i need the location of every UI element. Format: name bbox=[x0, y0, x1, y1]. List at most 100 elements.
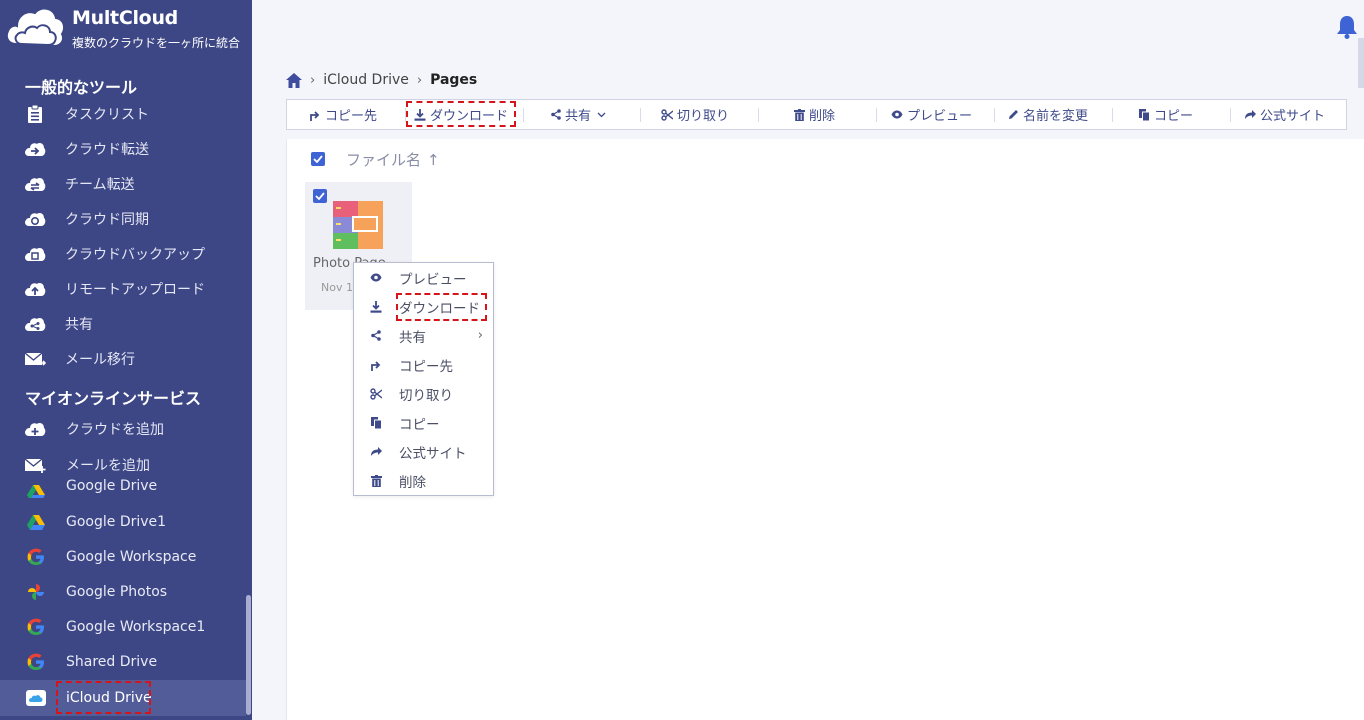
nav-add-mail[interactable]: メールを追加 bbox=[0, 448, 246, 482]
nav-label: クラウドバックアップ bbox=[65, 247, 205, 263]
top-bar bbox=[252, 0, 1364, 60]
share-button[interactable]: 共有 bbox=[551, 100, 606, 129]
nav-cloud-google-workspace1[interactable]: Google Workspace1 bbox=[0, 610, 246, 644]
mail-migration-icon bbox=[24, 348, 46, 370]
share-icon bbox=[551, 109, 561, 120]
app-tagline: 複数のクラウドを一ヶ所に統合 bbox=[72, 36, 241, 50]
google-drive-icon bbox=[25, 511, 47, 533]
chevron-right-icon: › bbox=[416, 72, 423, 88]
sort-arrow-icon: ↑ bbox=[427, 150, 440, 169]
context-delete[interactable]: 削除 bbox=[354, 466, 493, 495]
nav-share[interactable]: 共有 bbox=[0, 307, 246, 341]
scissors-icon bbox=[661, 108, 673, 121]
nav-label: タスクリスト bbox=[65, 107, 149, 123]
filename-column-label: ファイル名 bbox=[346, 151, 422, 169]
toolbar-divider bbox=[1112, 108, 1113, 122]
nav-cloud-backup[interactable]: クラウドバックアップ bbox=[0, 237, 246, 271]
nav-cloud-google-workspace[interactable]: Google Workspace bbox=[0, 540, 246, 574]
context-label: 切り取り bbox=[399, 387, 453, 404]
context-download[interactable]: ダウンロード bbox=[354, 292, 493, 321]
nav-label: クラウド同期 bbox=[65, 212, 149, 228]
context-copy[interactable]: コピー bbox=[354, 408, 493, 437]
context-label: 共有 bbox=[399, 329, 426, 346]
nav-cloud-google-photos[interactable]: Google Photos bbox=[0, 575, 246, 609]
bell-icon[interactable] bbox=[1336, 14, 1358, 40]
google-drive-icon bbox=[25, 481, 47, 498]
context-cut[interactable]: 切り取り bbox=[354, 379, 493, 408]
nav-cloud-sync[interactable]: クラウド同期 bbox=[0, 202, 246, 236]
sidebar: MultCloud 複数のクラウドを一ヶ所に統合 一般的なツール タスクリスト … bbox=[0, 0, 252, 720]
section-general-tools: 一般的なツール bbox=[25, 78, 138, 97]
nav-label: Google Workspace1 bbox=[66, 619, 206, 635]
context-preview[interactable]: プレビュー bbox=[354, 263, 493, 292]
copy-to-label: コピー先 bbox=[325, 109, 378, 124]
copy-to-button[interactable]: コピー先 bbox=[309, 100, 377, 129]
preview-button[interactable]: プレビュー bbox=[891, 100, 972, 129]
nav-team-transfer[interactable]: チーム転送 bbox=[0, 167, 246, 201]
google-icon bbox=[25, 546, 47, 568]
nav-label: チーム転送 bbox=[65, 177, 135, 193]
trash-icon bbox=[794, 108, 805, 121]
nav-label: クラウドを追加 bbox=[66, 422, 164, 438]
context-official-site[interactable]: 公式サイト bbox=[354, 437, 493, 466]
official-site-button[interactable]: 公式サイト bbox=[1244, 100, 1325, 129]
breadcrumb: › iCloud Drive › Pages bbox=[286, 70, 477, 90]
delete-button[interactable]: 削除 bbox=[794, 100, 835, 129]
context-label: コピー先 bbox=[399, 358, 453, 375]
home-icon[interactable] bbox=[286, 72, 302, 88]
logo-area[interactable]: MultCloud 複数のクラウドを一ヶ所に統合 bbox=[0, 0, 252, 64]
nav-label: Shared Drive bbox=[66, 654, 158, 670]
scissors-icon bbox=[369, 387, 383, 401]
download-label: ダウンロード bbox=[430, 109, 509, 124]
preview-label: プレビュー bbox=[907, 109, 973, 124]
sidebar-scrollbar[interactable] bbox=[246, 595, 251, 715]
context-menu: プレビュー ダウンロード 共有 › コピー先 切り取り コピー 公式サイト 削除 bbox=[353, 262, 494, 496]
nav-mail-migration[interactable]: メール移行 bbox=[0, 342, 246, 376]
share-icon bbox=[24, 313, 46, 335]
context-label: 公式サイト bbox=[399, 445, 467, 462]
nav-cloud-google-drive1[interactable]: Google Drive1 bbox=[0, 505, 246, 539]
nav-label: リモートアップロード bbox=[65, 282, 205, 298]
nav-cloud-google-drive[interactable]: Google Drive bbox=[0, 478, 246, 498]
cut-button[interactable]: 切り取り bbox=[661, 100, 729, 129]
nav-cloud-transfer[interactable]: クラウド転送 bbox=[0, 132, 246, 166]
toolbar-divider bbox=[1230, 108, 1231, 122]
page-scrollbar[interactable] bbox=[1358, 38, 1364, 88]
pencil-icon bbox=[1008, 109, 1019, 120]
filename-column-header[interactable]: ファイル名 ↑ bbox=[346, 149, 440, 170]
copy-button[interactable]: コピー bbox=[1139, 100, 1193, 129]
nav-remote-upload[interactable]: リモートアップロード bbox=[0, 272, 246, 306]
copy-to-icon bbox=[309, 109, 321, 121]
download-button[interactable]: ダウンロード bbox=[414, 100, 508, 129]
nav-label: Google Photos bbox=[66, 584, 168, 600]
rename-button[interactable]: 名前を変更 bbox=[1008, 100, 1088, 129]
nav-label: Google Drive1 bbox=[66, 514, 167, 530]
context-label: ダウンロード bbox=[399, 300, 480, 317]
google-icon bbox=[25, 616, 47, 638]
nav-label: クラウド転送 bbox=[65, 142, 149, 158]
context-share[interactable]: 共有 › bbox=[354, 321, 493, 350]
toolbar-divider bbox=[876, 108, 877, 122]
file-checkbox[interactable] bbox=[313, 189, 327, 203]
download-icon bbox=[369, 300, 383, 314]
nav-cloud-shared-drive[interactable]: Shared Drive bbox=[0, 645, 246, 679]
external-icon bbox=[1244, 109, 1256, 120]
section-my-online-services: マイオンラインサービス bbox=[25, 389, 202, 408]
breadcrumb-current: Pages bbox=[430, 72, 478, 88]
copy-icon bbox=[369, 416, 383, 430]
rename-label: 名前を変更 bbox=[1023, 109, 1089, 124]
cloud-transfer-icon bbox=[24, 138, 46, 160]
multcloud-logo-icon bbox=[5, 7, 65, 48]
nav-task-list[interactable]: タスクリスト bbox=[0, 97, 246, 131]
nav-cloud-icloud-drive[interactable]: iCloud Drive bbox=[0, 680, 246, 716]
pages-file-icon bbox=[333, 201, 383, 249]
nav-add-cloud[interactable]: クラウドを追加 bbox=[0, 412, 246, 446]
context-label: コピー bbox=[399, 416, 440, 433]
cloud-sync-icon bbox=[24, 208, 46, 230]
toolbar: コピー先 ダウンロード 共有 切り取り 削除 プレビュー 名前を変更 コピー 公… bbox=[286, 99, 1347, 130]
chevron-down-icon bbox=[597, 107, 606, 122]
select-all-checkbox[interactable] bbox=[311, 152, 325, 166]
toolbar-divider bbox=[523, 108, 524, 122]
context-copy-to[interactable]: コピー先 bbox=[354, 350, 493, 379]
breadcrumb-item[interactable]: iCloud Drive bbox=[323, 72, 409, 88]
